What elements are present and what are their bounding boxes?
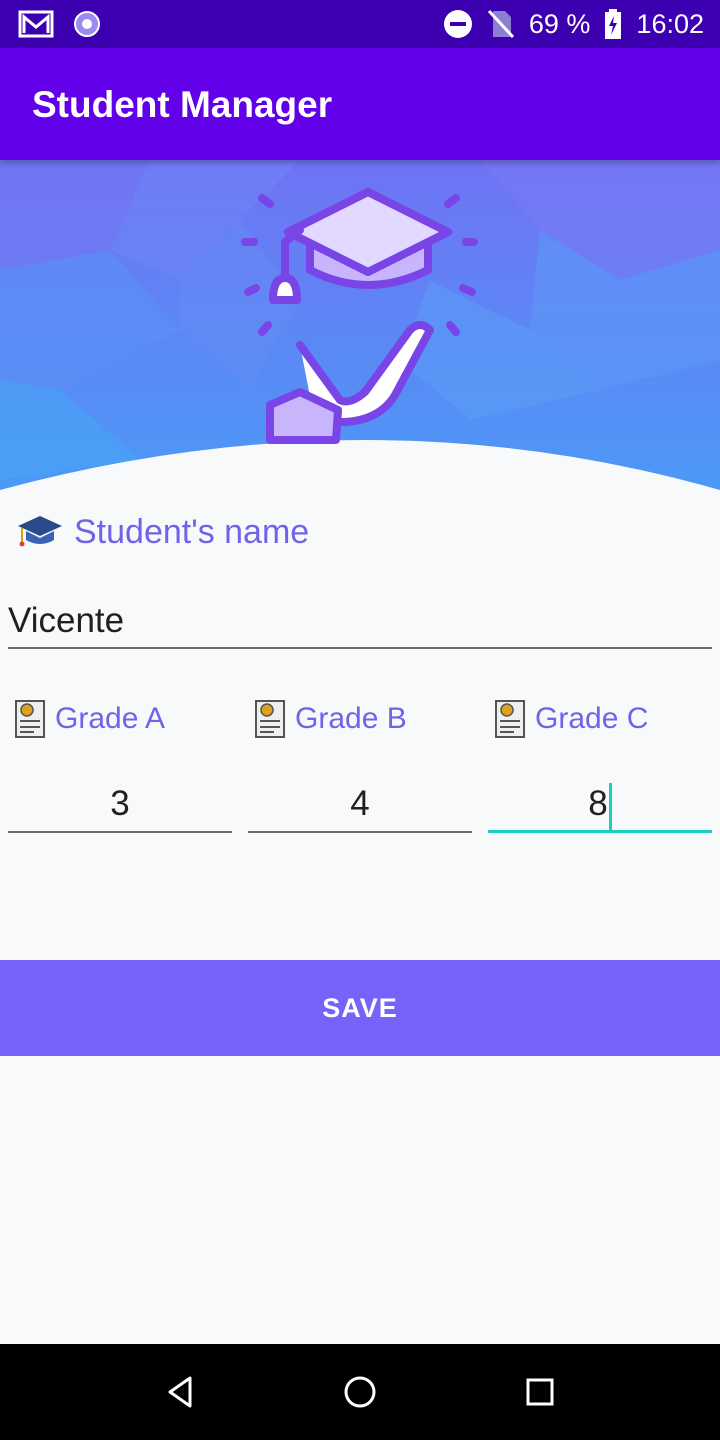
back-icon[interactable] [160,1372,200,1412]
hero-banner [0,160,720,505]
app-bar: Student Manager [0,48,720,160]
grade-a-input[interactable]: 3 [8,775,232,833]
graduation-cap-icon [18,516,62,547]
student-name-label-row: Student's name [14,505,309,559]
text-cursor [608,782,612,831]
report-icon [495,700,525,738]
home-icon[interactable] [340,1372,380,1412]
grade-b-label-row: Grade B [254,695,407,743]
do-not-disturb-icon [443,10,472,38]
grade-c-input[interactable]: 8 [488,775,712,833]
app-title: Student Manager [32,84,333,125]
student-name-value: Vicente [8,601,125,640]
grade-a-label-row: Grade A [14,695,165,743]
sync-icon [74,11,100,37]
grade-c-value: 8 [588,784,608,823]
clock: 16:02 [636,8,704,39]
battery-percentage: 69 % [528,8,591,39]
grade-b-input[interactable]: 4 [248,775,472,833]
grade-a-label: Grade A [55,702,166,735]
battery-charging-icon [605,9,622,39]
grade-b-label: Grade B [295,702,407,735]
report-icon [15,700,45,738]
grade-a-value: 3 [110,784,130,823]
grade-c-label-row: Grade C [494,695,648,743]
report-icon [255,700,285,738]
status-bar: 69 % 16:02 [0,0,720,48]
save-button[interactable]: SAVE [0,960,720,1056]
no-sim-icon [487,9,514,39]
grade-b-value: 4 [350,784,370,823]
grade-c-label: Grade C [535,702,649,735]
recents-icon[interactable] [520,1372,560,1412]
student-name-input[interactable]: Vicente [8,595,712,649]
navigation-bar [0,1344,720,1440]
student-name-label: Student's name [74,512,310,551]
gmail-icon [18,10,54,38]
